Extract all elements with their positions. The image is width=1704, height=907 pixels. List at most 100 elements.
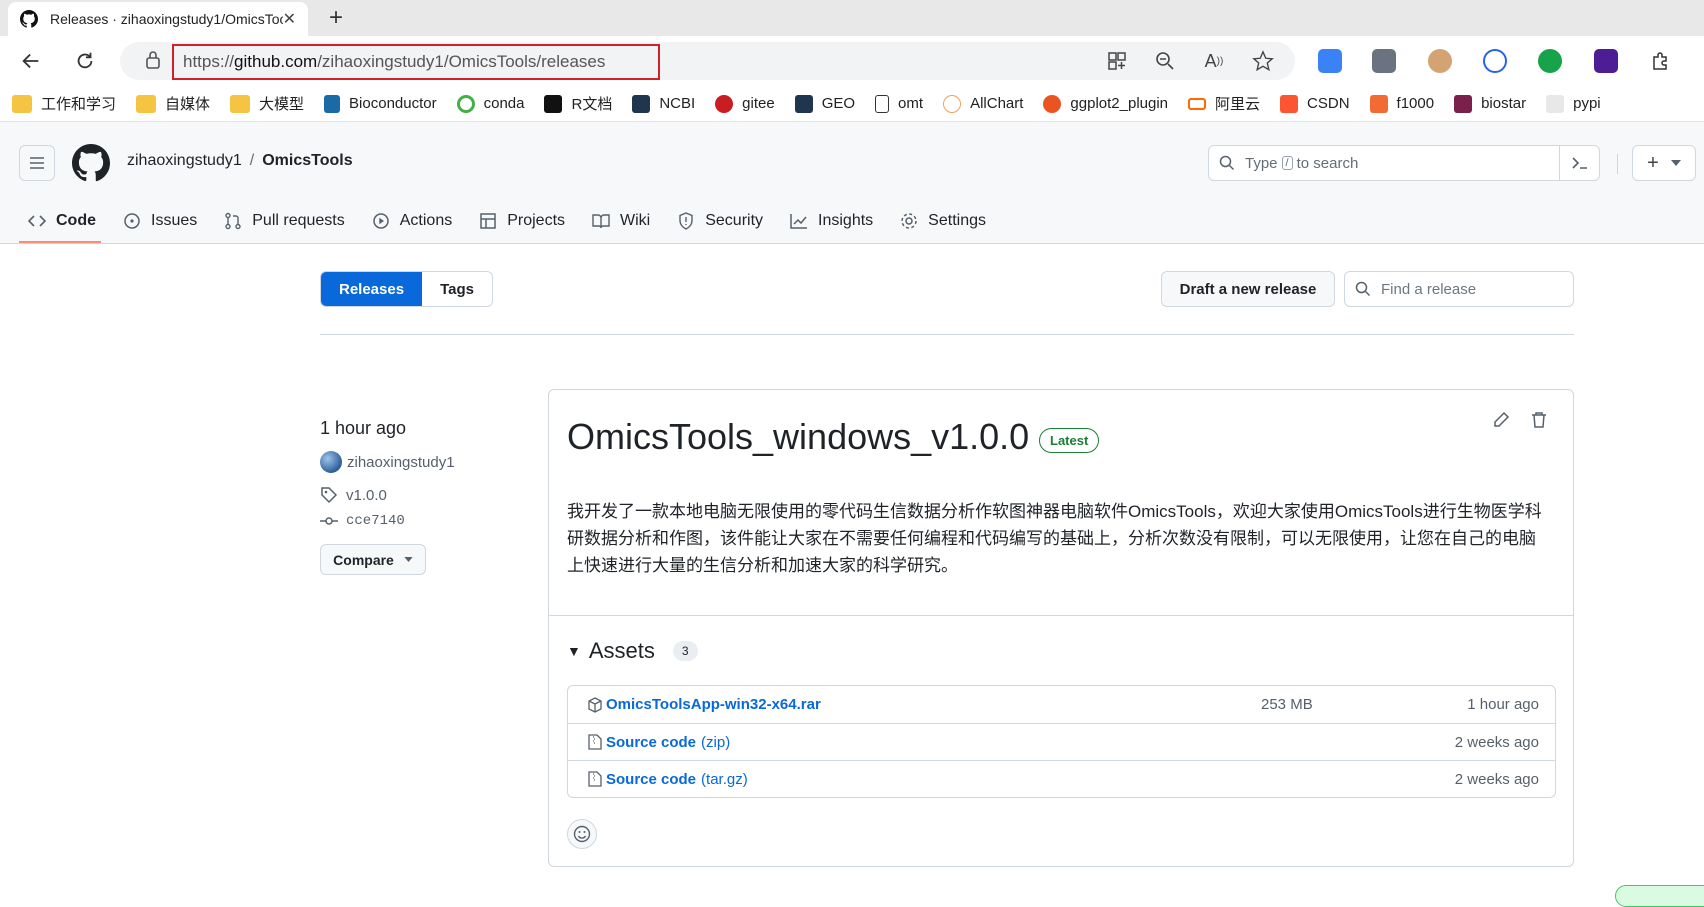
bookmark-item[interactable]: CSDN bbox=[1280, 94, 1350, 113]
folder-icon bbox=[12, 94, 32, 113]
back-button[interactable] bbox=[16, 46, 46, 76]
tab-wiki[interactable]: Wiki bbox=[582, 204, 660, 238]
tab-security[interactable]: Security bbox=[667, 204, 773, 238]
book-icon bbox=[592, 212, 610, 230]
bookmark-label: ggplot2_plugin bbox=[1070, 95, 1169, 112]
bookmark-item[interactable]: gitee bbox=[715, 94, 775, 113]
release-author[interactable]: zihaoxingstudy1 bbox=[320, 451, 455, 473]
r-icon bbox=[544, 94, 563, 113]
add-reaction-button[interactable] bbox=[567, 819, 597, 849]
tab-settings[interactable]: Settings bbox=[890, 204, 996, 238]
bookmark-item[interactable]: NCBI bbox=[632, 94, 695, 113]
create-new-button[interactable]: + bbox=[1632, 145, 1696, 181]
zoom-icon[interactable] bbox=[1153, 49, 1177, 73]
global-search-input[interactable]: Type / to search bbox=[1208, 145, 1600, 181]
owner-link[interactable]: zihaoxingstudy1 bbox=[127, 152, 242, 169]
releases-tab[interactable]: Releases bbox=[321, 272, 423, 306]
folder-icon bbox=[136, 94, 157, 113]
bookmark-label: 大模型 bbox=[259, 96, 305, 113]
bookmark-item[interactable]: AllChart bbox=[943, 94, 1023, 113]
read-aloud-icon[interactable]: A)) bbox=[1202, 49, 1226, 73]
biostar-icon bbox=[1454, 94, 1473, 113]
bookmark-item[interactable]: Bioconductor bbox=[324, 94, 437, 113]
table-icon bbox=[479, 212, 497, 230]
apps-grid-icon[interactable] bbox=[1105, 49, 1129, 73]
shield-icon bbox=[677, 212, 695, 230]
asset-name: Source code bbox=[606, 733, 697, 751]
bookmark-item[interactable]: pypi bbox=[1546, 94, 1601, 113]
release-tag[interactable]: v1.0.0 bbox=[320, 486, 387, 504]
asset-row: OmicsToolsApp-win32-x64.rar 253 MB 1 hou… bbox=[568, 686, 1555, 723]
bookmark-item[interactable]: 自媒体 bbox=[136, 93, 210, 114]
tags-tab[interactable]: Tags bbox=[422, 272, 492, 306]
latest-badge: Latest bbox=[1039, 428, 1100, 453]
asset-link[interactable]: OmicsToolsApp-win32-x64.rar bbox=[606, 696, 821, 713]
command-palette-icon[interactable] bbox=[1559, 146, 1599, 180]
tab-issues[interactable]: Issues bbox=[113, 204, 207, 238]
assets-heading: Assets bbox=[588, 638, 655, 663]
bookmark-item[interactable]: omt bbox=[875, 94, 923, 113]
reload-button[interactable] bbox=[70, 46, 100, 76]
gear-icon bbox=[900, 212, 918, 230]
extension-pen-icon[interactable] bbox=[1594, 49, 1618, 73]
bookmark-label: 工作和学习 bbox=[41, 96, 117, 113]
tab-actions[interactable]: Actions bbox=[362, 204, 462, 238]
tab-pull-requests[interactable]: Pull requests bbox=[214, 204, 355, 238]
geo-icon bbox=[794, 94, 813, 113]
close-tab-icon[interactable]: ✕ bbox=[283, 9, 296, 29]
extensions-puzzle-icon[interactable] bbox=[1648, 49, 1672, 73]
url-text[interactable]: https://github.com/zihaoxingstudy1/Omics… bbox=[172, 44, 660, 80]
search-shortcut-key: / bbox=[1281, 156, 1293, 170]
folder-icon bbox=[230, 94, 251, 113]
browser-tab[interactable]: Releases · zihaoxingstudy1/OmicsTools ✕ bbox=[8, 2, 308, 36]
bookmark-label: conda bbox=[483, 95, 525, 112]
github-logo-icon[interactable] bbox=[72, 144, 110, 182]
bookmark-item[interactable]: biostar bbox=[1454, 94, 1526, 113]
trash-icon[interactable] bbox=[1529, 410, 1549, 430]
asset-name: Source code bbox=[606, 770, 697, 788]
bioconductor-icon bbox=[324, 94, 341, 113]
author-name[interactable]: zihaoxingstudy1 bbox=[347, 454, 455, 471]
new-tab-button[interactable]: + bbox=[322, 4, 350, 32]
tag-name[interactable]: v1.0.0 bbox=[346, 487, 387, 504]
bookmark-item[interactable]: 工作和学习 bbox=[12, 93, 116, 114]
find-release-input[interactable]: Find a release bbox=[1344, 271, 1574, 307]
menu-button[interactable] bbox=[19, 145, 55, 181]
extension-globe-icon[interactable] bbox=[1538, 49, 1562, 73]
extension-avatar-icon[interactable] bbox=[1428, 49, 1452, 73]
bookmark-item[interactable]: conda bbox=[456, 94, 525, 113]
extension-note-icon[interactable] bbox=[1318, 49, 1342, 73]
bookmark-label: GEO bbox=[821, 95, 856, 112]
favorite-star-icon[interactable] bbox=[1251, 49, 1275, 73]
compare-button[interactable]: Compare bbox=[320, 544, 426, 575]
extension-screen-icon[interactable] bbox=[1372, 49, 1396, 73]
bookmark-item[interactable]: GEO bbox=[794, 94, 856, 113]
active-tab-underline bbox=[19, 241, 101, 243]
tab-code[interactable]: Code bbox=[18, 204, 106, 238]
ncbi-icon bbox=[632, 94, 651, 113]
code-icon bbox=[28, 212, 46, 230]
assets-toggle[interactable]: ▼ Assets 3 bbox=[567, 638, 698, 664]
bookmark-item[interactable]: 大模型 bbox=[230, 93, 304, 114]
bookmark-item[interactable]: ggplot2_plugin bbox=[1043, 94, 1169, 113]
draft-release-button[interactable]: Draft a new release bbox=[1161, 271, 1335, 307]
github-header: zihaoxingstudy1 / OmicsTools Type / to sea… bbox=[0, 122, 1704, 244]
bookmark-item[interactable]: f1000 bbox=[1369, 94, 1434, 113]
bookmark-item[interactable]: R文档 bbox=[544, 93, 612, 114]
repo-link[interactable]: OmicsTools bbox=[262, 152, 352, 169]
commit-hash[interactable]: cce7140 bbox=[346, 513, 405, 529]
extension-link-icon[interactable] bbox=[1483, 49, 1507, 73]
bookmark-item[interactable]: 阿里云 bbox=[1188, 93, 1260, 114]
issue-icon bbox=[123, 212, 141, 230]
package-icon bbox=[586, 696, 604, 714]
release-title[interactable]: OmicsTools_windows_v1.0.0 bbox=[567, 416, 1029, 458]
tab-projects[interactable]: Projects bbox=[469, 204, 575, 238]
bookmark-label: Bioconductor bbox=[349, 95, 437, 112]
lock-icon[interactable] bbox=[144, 50, 162, 70]
file-zip-icon bbox=[586, 770, 604, 788]
asset-link[interactable]: Source code (tar.gz) bbox=[606, 771, 748, 788]
pencil-icon[interactable] bbox=[1491, 410, 1511, 430]
tab-insights[interactable]: Insights bbox=[780, 204, 883, 238]
asset-link[interactable]: Source code (zip) bbox=[606, 734, 730, 751]
release-commit[interactable]: cce7140 bbox=[320, 513, 405, 529]
